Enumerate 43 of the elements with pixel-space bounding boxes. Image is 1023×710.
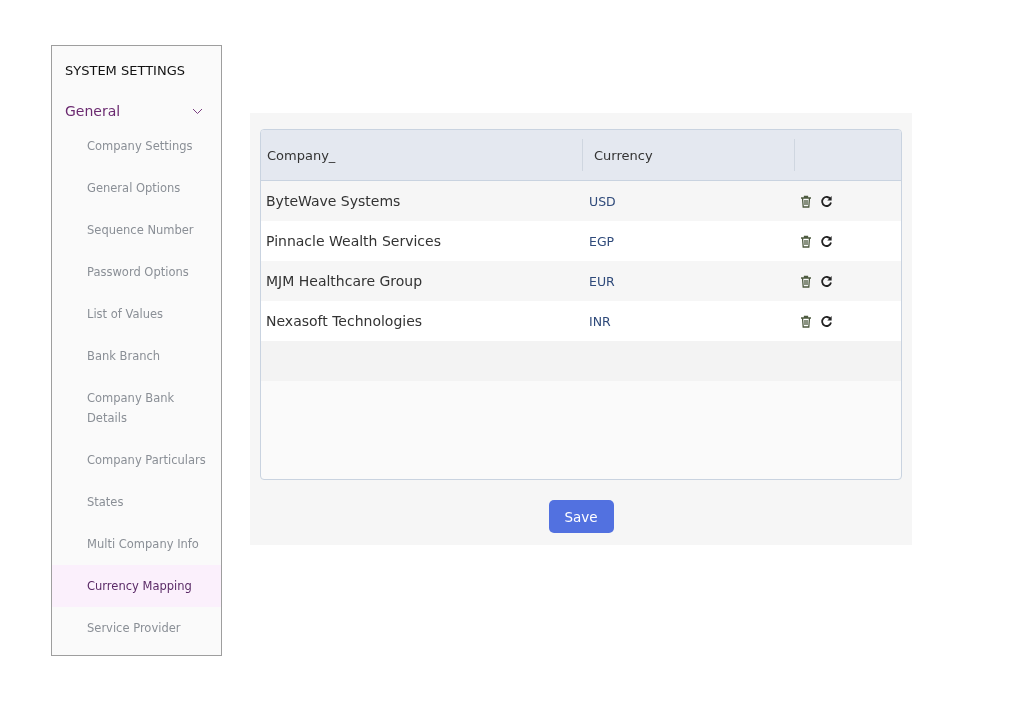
sidebar-item[interactable]: Sequence Number — [52, 209, 221, 251]
delete-button[interactable] — [800, 234, 812, 248]
delete-button[interactable] — [800, 274, 812, 288]
trash-icon — [800, 194, 812, 208]
trash-icon — [800, 314, 812, 328]
save-button[interactable]: Save — [548, 500, 614, 533]
reset-button[interactable] — [820, 234, 833, 248]
company-cell-text: ByteWave Systems — [265, 193, 402, 209]
reset-button[interactable] — [820, 194, 833, 208]
sidebar-item[interactable]: List of Values — [52, 293, 221, 335]
currency-cell-text: EGP — [588, 233, 616, 249]
delete-button[interactable] — [800, 314, 812, 328]
sidebar-item[interactable]: States — [52, 481, 221, 523]
currency-cell-text: INR — [588, 313, 612, 329]
sidebar-item[interactable]: Currency Mapping — [52, 565, 221, 607]
currency-cell-text: USD — [588, 193, 617, 209]
reset-button[interactable] — [820, 274, 833, 288]
refresh-icon — [820, 274, 833, 288]
company-cell-text: MJM Healthcare Group — [265, 273, 424, 289]
chevron-icon — [192, 107, 203, 115]
trash-icon — [800, 274, 812, 288]
sidebar-item[interactable]: Company Settings — [52, 125, 221, 167]
sidebar-item[interactable]: General Options — [52, 167, 221, 209]
general-group-header[interactable]: General — [52, 97, 221, 125]
refresh-icon — [820, 314, 833, 328]
sidebar-item[interactable]: Bank Branch — [52, 335, 221, 377]
refresh-icon — [820, 194, 833, 208]
column-header: Company_ — [261, 139, 583, 171]
sidebar-title: SYSTEM SETTINGS — [64, 62, 186, 80]
refresh-icon — [820, 234, 833, 248]
group-label: General — [65, 103, 121, 119]
company-cell-text: Nexasoft Technologies — [265, 313, 424, 329]
sidebar-item[interactable]: Multi Company Info — [52, 523, 221, 565]
sidebar-item[interactable]: Service Provider — [52, 607, 221, 649]
reset-button[interactable] — [820, 314, 833, 328]
sidebar-item[interactable]: Password Options — [52, 251, 221, 293]
company-cell-text: Pinnacle Wealth Services — [265, 233, 442, 249]
delete-button[interactable] — [800, 194, 812, 208]
column-header: Currency — [583, 139, 795, 171]
sidebar-item[interactable]: Company Bank Details — [52, 377, 221, 439]
sidebar-item[interactable]: Company Particulars — [52, 439, 221, 481]
trash-icon — [800, 234, 812, 248]
currency-cell-text: EUR — [588, 273, 616, 289]
